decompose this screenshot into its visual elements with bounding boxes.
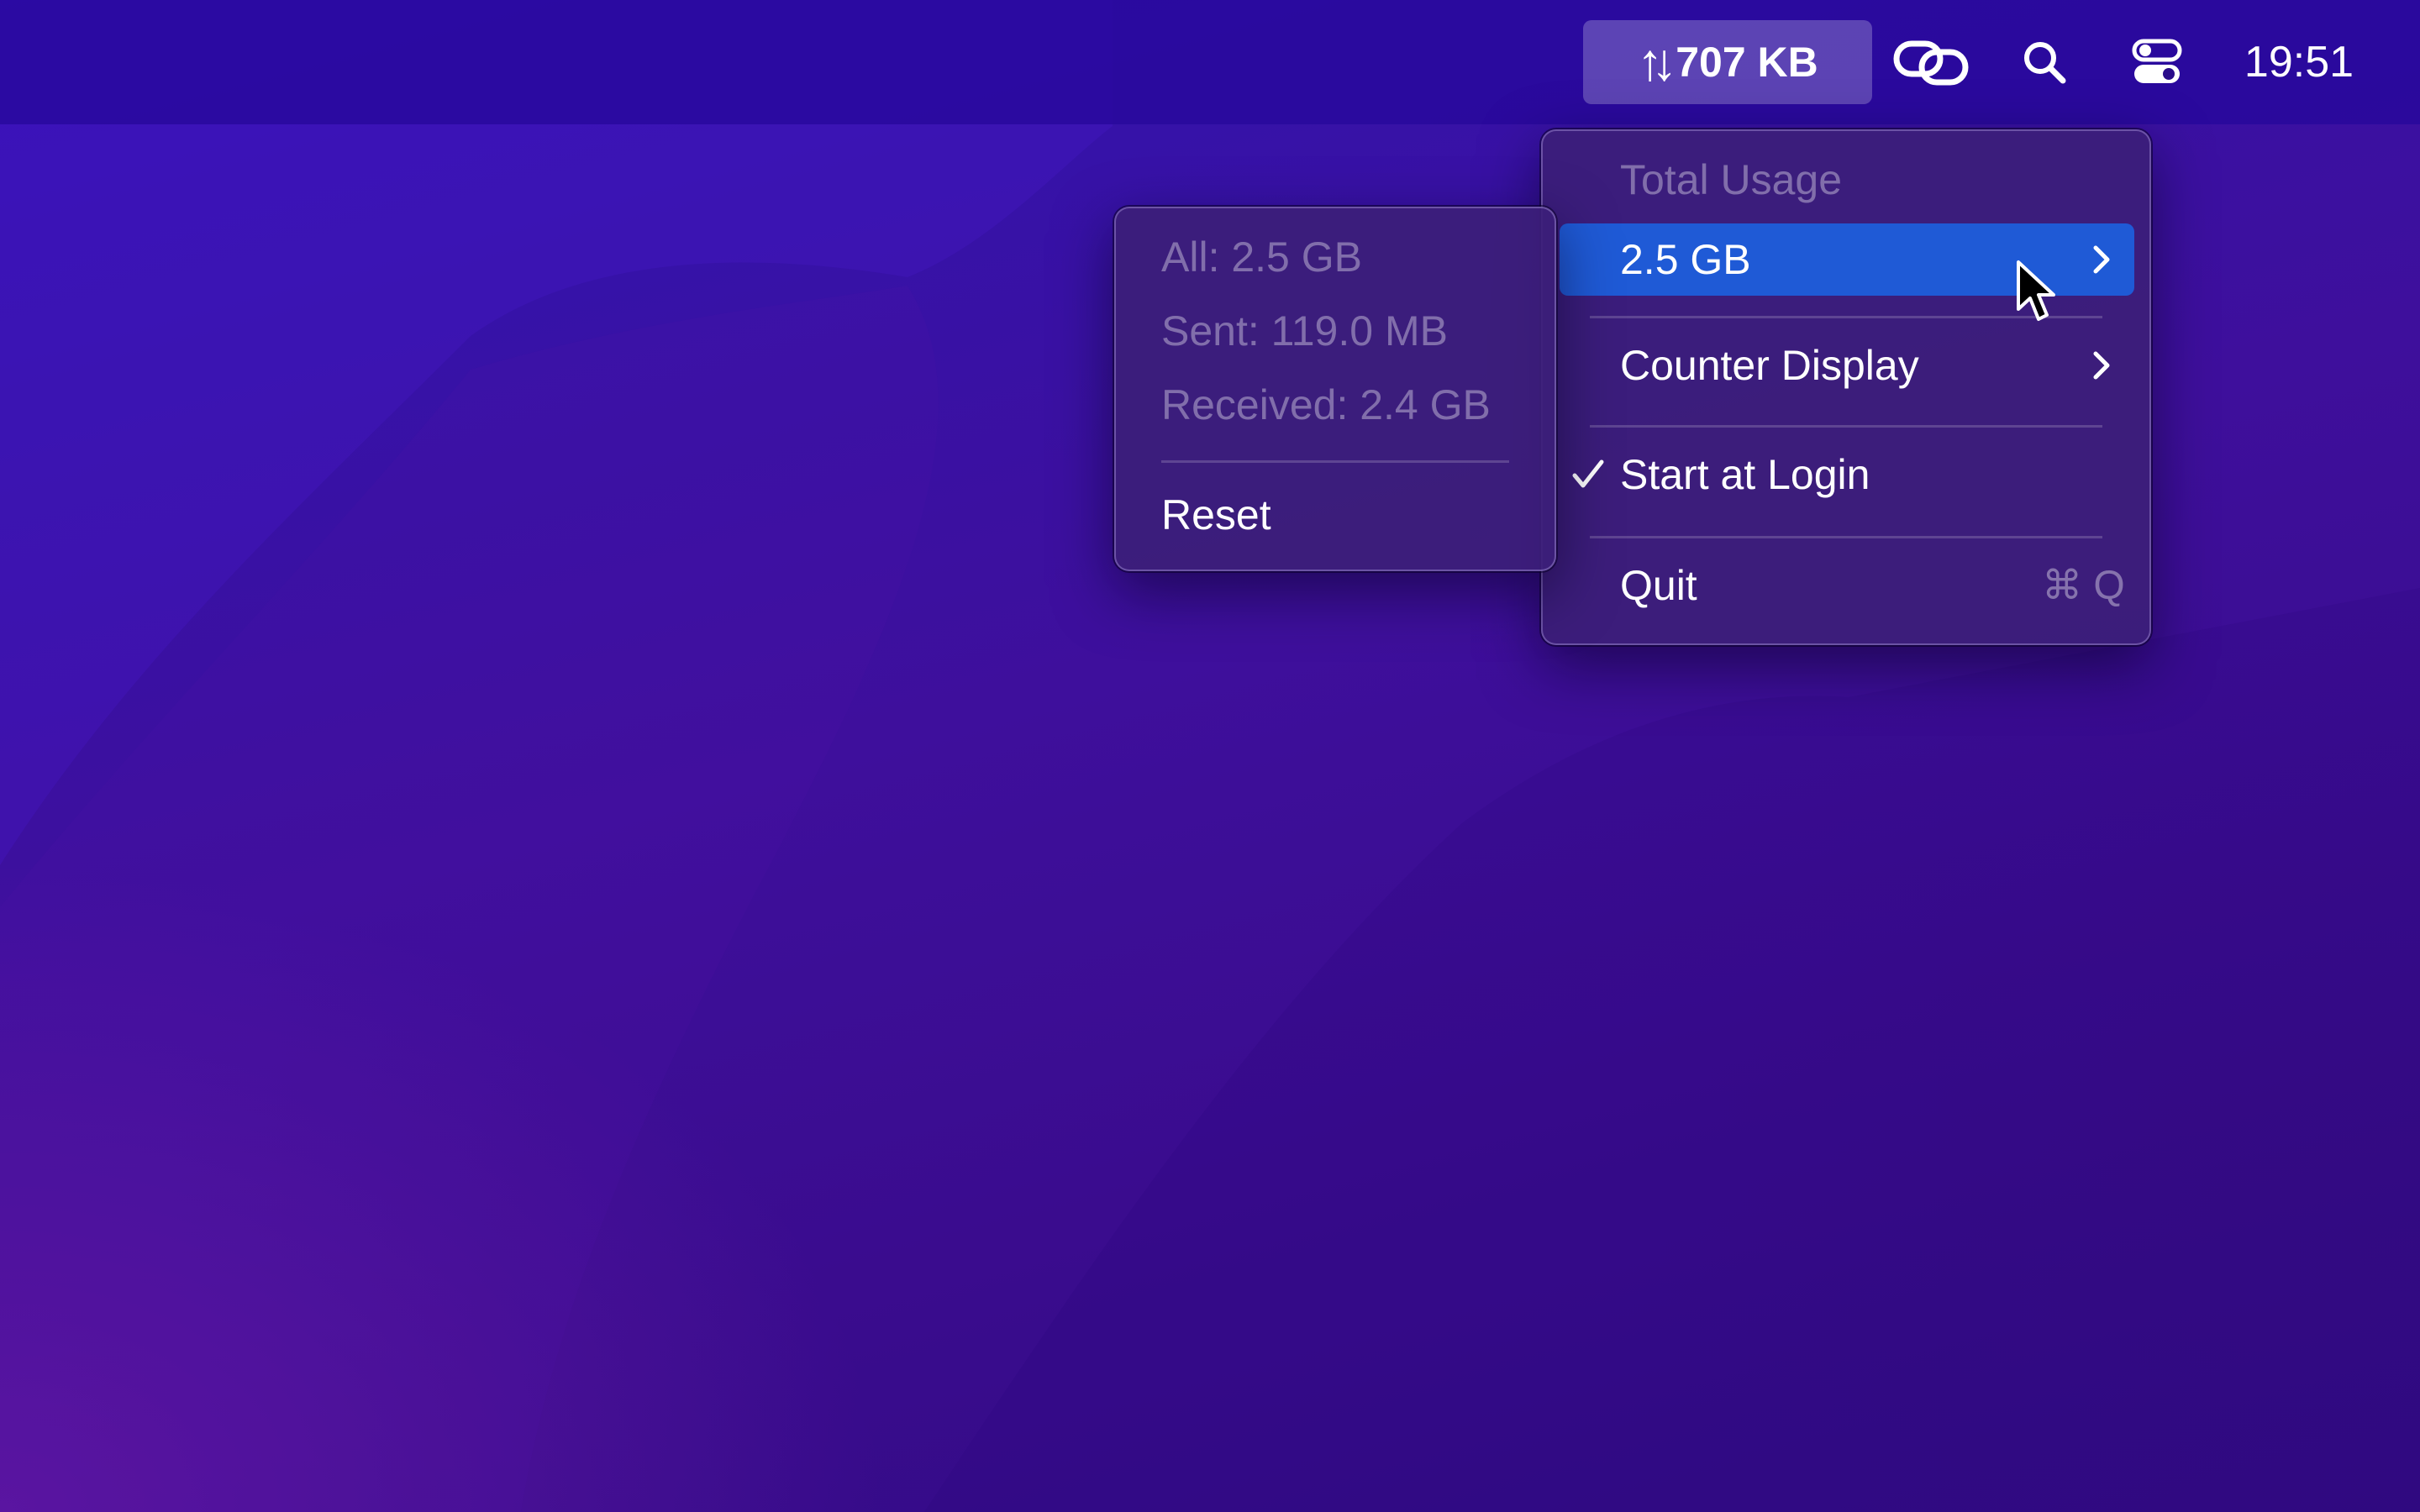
traffic-value: 707 KB [1676,39,1818,86]
control-center-icon [2132,39,2182,83]
menu-separator [1590,536,2102,538]
submenu-item-reset[interactable]: Reset [1131,479,1539,551]
checkmark-icon [1572,459,1604,488]
menu-item-total-usage-label: 2.5 GB [1620,236,1751,283]
menu-header-label: Total Usage [1620,156,1843,203]
quit-shortcut: ⌘ Q [2042,564,2125,608]
menu-separator [1590,425,2102,428]
submenu-item-received-label: Received: 2.4 GB [1161,381,1491,428]
menu-bar: ↑↓ 707 KB 19:51 [0,0,2420,124]
chevron-right-icon [2093,351,2110,380]
link-icon [1893,40,1969,86]
control-center-status-item[interactable] [2119,20,2195,104]
submenu-item-received: Received: 2.4 GB [1161,380,1491,430]
submenu-item-sent: Sent: 119.0 MB [1161,306,1448,356]
submenu-item-all: All: 2.5 GB [1161,232,1362,282]
menu-bar-clock[interactable]: 19:51 [2232,20,2366,104]
menu-item-quit[interactable]: Quit ⌘ Q [1560,549,2134,622]
menu-item-counter-display-label: Counter Display [1620,342,1919,389]
submenu-item-all-label: All: 2.5 GB [1161,234,1362,281]
link-status-item[interactable] [1889,20,1973,104]
spotlight-search-status-item[interactable] [2007,20,2082,104]
total-usage-submenu: All: 2.5 GB Sent: 119.0 MB Received: 2.4… [1114,207,1556,571]
submenu-separator [1161,460,1509,463]
search-icon [2024,42,2066,84]
submenu-item-sent-label: Sent: 119.0 MB [1161,307,1448,354]
menu-item-start-at-login[interactable]: Start at Login [1560,438,2134,511]
menu-item-counter-display[interactable]: Counter Display [1560,329,2134,402]
menu-item-quit-label: Quit [1620,562,1697,609]
network-traffic-status-item[interactable]: ↑↓ 707 KB [1583,20,1872,104]
chevron-right-icon [2093,245,2110,274]
menu-header-total-usage: Total Usage [1620,155,1842,205]
traffic-menu: Total Usage 2.5 GB Counter Display Start… [1541,129,2151,645]
submenu-item-reset-label: Reset [1161,491,1271,538]
up-down-arrows-icon: ↑↓ [1637,33,1677,92]
menu-item-start-at-login-label: Start at Login [1620,451,1870,498]
mouse-pointer-icon [2017,260,2055,321]
